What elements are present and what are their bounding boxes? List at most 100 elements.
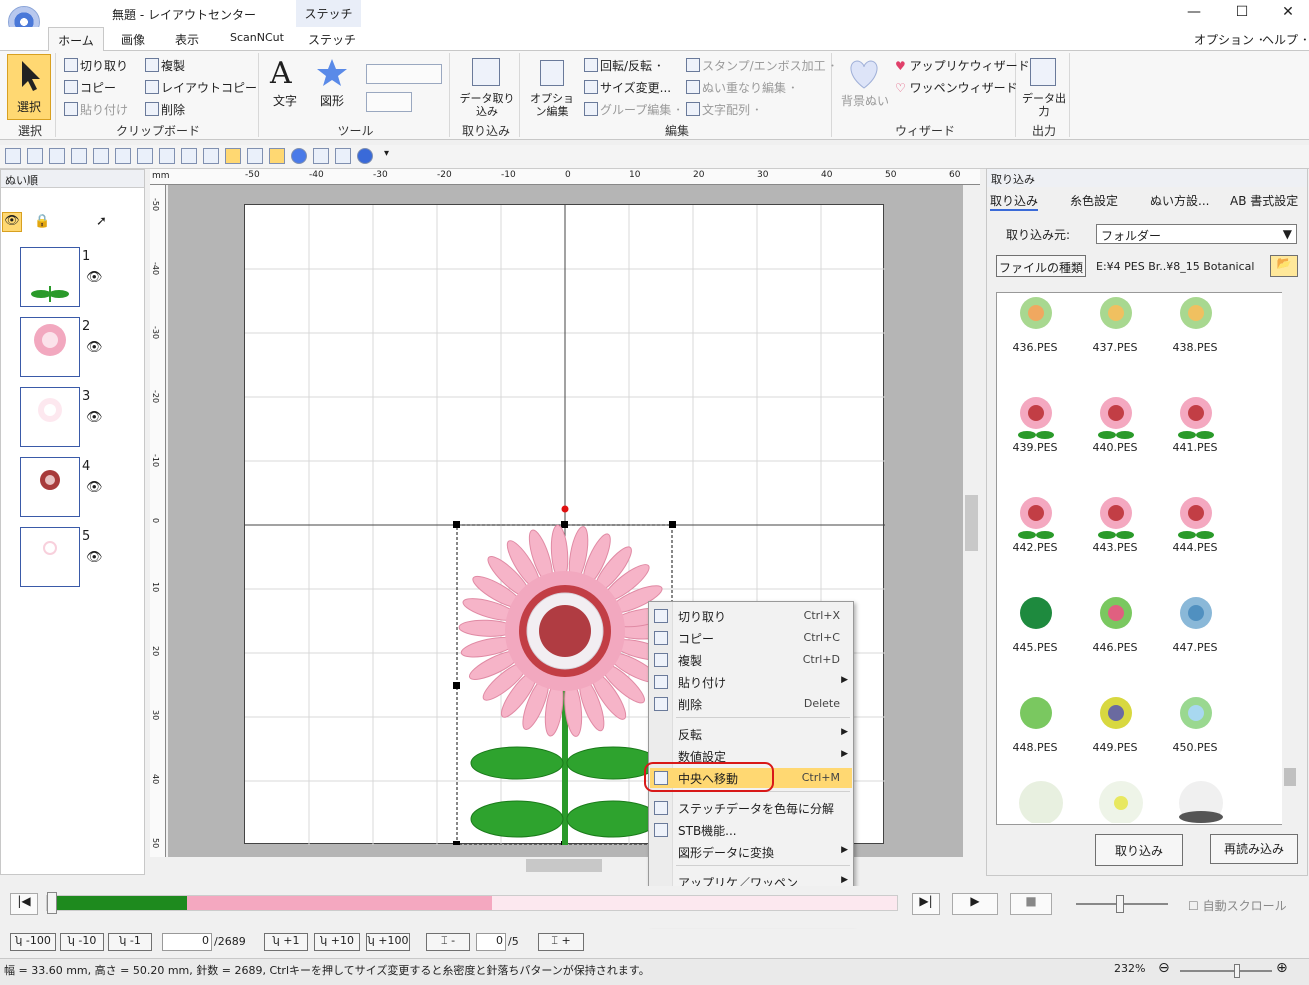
customize-toolbar-icon[interactable]: ▾ [384,148,389,159]
tab-view[interactable]: 表示 [175,31,199,48]
undo-icon[interactable] [93,148,109,164]
rotate-button[interactable]: 回転/反転 ･ [584,57,662,74]
file-list[interactable]: 436.PES 437.PES 438.PES 439.PES 440.PES 441.P… [996,292,1298,825]
delete-button[interactable]: 削除 [145,101,185,118]
context-menu-item[interactable]: STB機能... [650,820,852,840]
background-stitch-icon[interactable] [846,56,882,90]
auto-scroll-checkbox[interactable]: ☐ 自動スクロール [1188,897,1287,914]
overlap-button[interactable]: ぬい重なり編集 ･ [686,79,796,96]
back-100-button[interactable]: ʮ -100 [10,933,56,951]
context-menu-item[interactable]: 切り取り Ctrl+X [650,606,852,626]
context-menu-item[interactable]: 図形データに変換 ▶ [650,842,852,862]
stop-icon[interactable]: ■ [1010,893,1052,915]
option-edit-icon[interactable] [540,60,564,86]
pointer-icon[interactable]: ➚ [96,214,107,229]
file-type-button[interactable]: ファイルの種類 [996,255,1086,277]
pes-thumbnail[interactable] [1171,393,1221,443]
pes-thumbnail[interactable] [1011,393,1061,443]
play-icon[interactable]: ▶ [952,893,998,915]
rtab-import[interactable]: 取り込み [990,192,1039,211]
visibility-eye-icon[interactable]: 👁 [86,550,103,565]
forward-100-button[interactable]: ʮ +100 [366,933,410,951]
vertical-scrollbar[interactable] [963,185,980,857]
select-button[interactable]: 選択 [7,54,51,120]
pes-thumbnail[interactable] [1091,393,1141,443]
zoom-slider[interactable] [1180,964,1272,978]
sew-order-item[interactable] [20,457,80,517]
text-arrange-button[interactable]: 文字配列 ･ [686,101,760,118]
speed-slider[interactable] [1076,895,1168,913]
forward-1-button[interactable]: ʮ +1 [264,933,308,951]
sew-order-item[interactable] [20,317,80,377]
pes-thumbnail[interactable] [1171,293,1221,343]
pes-thumbnail[interactable] [1171,593,1221,643]
grid-icon[interactable] [181,148,197,164]
color-counter-input[interactable]: 0 [476,933,506,951]
patch-wizard-button[interactable]: ♡ ワッペンウィザード [895,79,1018,96]
visibility-eye-icon[interactable]: 👁 [86,410,103,425]
save-icon[interactable] [49,148,65,164]
hoop-icon[interactable] [159,148,175,164]
context-menu-item[interactable]: ステッチデータを色毎に分解 [650,798,852,818]
machine-icon[interactable] [335,148,351,164]
layout-copy-button[interactable]: レイアウトコピー [145,79,257,96]
visibility-eye-icon[interactable]: 👁 [86,480,103,495]
sew-order-item[interactable] [20,527,80,587]
rtab-text-format[interactable]: AB 書式設定 [1230,192,1298,209]
to-end-icon[interactable]: ▶| [912,893,940,915]
context-menu-item[interactable]: 削除 Delete [650,694,852,714]
pes-thumbnail[interactable] [1091,493,1141,543]
circle-view-icon[interactable] [269,148,285,164]
data-output-icon[interactable] [1030,58,1056,86]
pes-thumbnail[interactable] [1011,293,1061,343]
open-folder-icon[interactable]: 📂 [1270,255,1298,277]
redo-icon[interactable] [115,148,131,164]
tab-home[interactable]: ホーム [48,27,104,52]
pan-measure-tools[interactable] [366,92,412,112]
view-mode-buttons[interactable] [986,961,1106,979]
group-edit-button[interactable]: グループ編集 ･ [584,101,681,118]
cut-button[interactable]: 切り取り [64,57,128,74]
maximize-button[interactable]: ☐ [1228,4,1256,22]
pes-thumbnail[interactable] [1171,693,1221,743]
chart-icon[interactable] [225,148,241,164]
stamp-button[interactable]: スタンプ/エンボス加工 ･ [686,57,836,74]
back-10-button[interactable]: ʮ -10 [60,933,104,951]
minimize-button[interactable]: — [1180,4,1208,22]
stitch-progress-bar[interactable] [46,892,898,914]
new-icon[interactable] [5,148,21,164]
pes-thumbnail[interactable] [1011,493,1061,543]
eye-toggle-icon[interactable]: 👁 [2,212,22,232]
rtab-sewing-settings[interactable]: ぬい方設... [1150,192,1209,209]
tab-image[interactable]: 画像 [121,31,145,48]
visibility-eye-icon[interactable]: 👁 [86,340,103,355]
prev-color-button[interactable]: ⌶ - [426,933,470,951]
rtab-thread-color[interactable]: 糸色設定 [1070,192,1118,209]
visibility-eye-icon[interactable]: 👁 [86,270,103,285]
source-select[interactable]: フォルダー ▼ [1096,224,1297,244]
tab-scanncut[interactable]: ScanNCut [230,31,284,44]
forward-10-button[interactable]: ʮ +10 [314,933,360,951]
pes-thumbnail[interactable] [1011,593,1061,643]
file-list-scrollbar[interactable] [1282,292,1298,825]
options-menu[interactable]: オプション ･ [1194,31,1264,48]
applique-wizard-button[interactable]: ♥ アップリケウィザード [895,57,1030,74]
context-menu-item[interactable]: 反転 ▶ [650,724,852,744]
send-icon[interactable] [357,148,373,164]
zoom-in-icon[interactable]: ⊕ [1276,960,1288,976]
sew-order-item[interactable] [20,387,80,447]
more-thumbnails[interactable] [1003,773,1273,824]
zoom-out-icon[interactable]: ⊖ [1158,960,1170,976]
resize-button[interactable]: サイズ変更... [584,79,671,96]
star-stitch-icon[interactable] [247,148,263,164]
paste-button[interactable]: 貼り付け [64,101,128,118]
pes-thumbnail[interactable] [1091,693,1141,743]
import-button[interactable]: 取り込み [1095,834,1183,866]
context-menu-item[interactable]: 複製 Ctrl+D [650,650,852,670]
reload-button[interactable]: 再読み込み [1210,834,1298,864]
close-button[interactable]: ✕ [1274,4,1302,22]
context-menu-item[interactable]: 貼り付け ▶ [650,672,852,692]
blue-circle-icon[interactable] [291,148,307,164]
sewing-order-toolbar[interactable] [4,190,140,210]
text-tool-icon[interactable]: A [270,56,292,91]
